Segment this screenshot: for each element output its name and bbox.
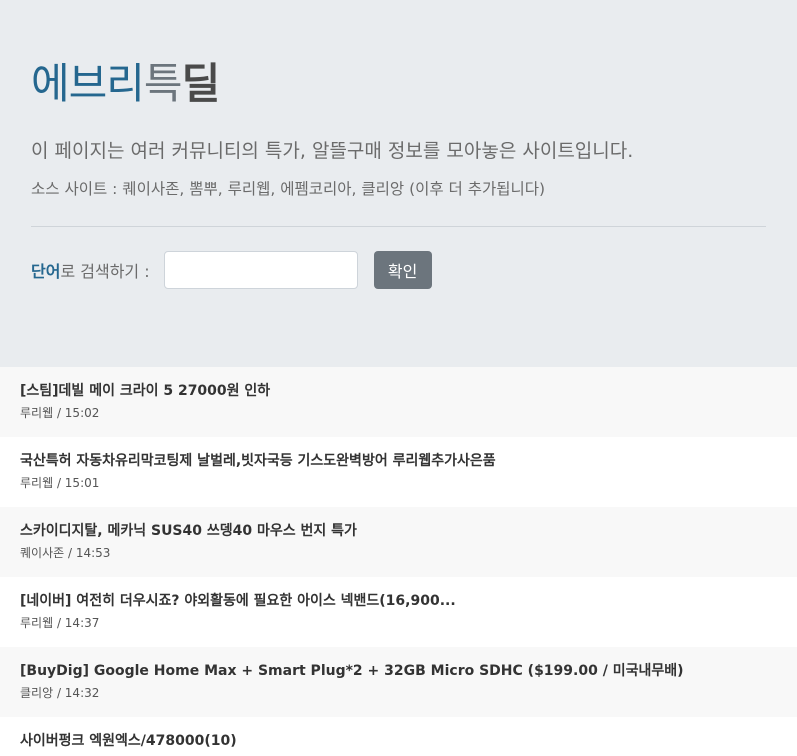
deal-source: 루리웹: [20, 616, 54, 630]
search-label-keyword: 단어: [31, 262, 61, 281]
source-sites: 소스 사이트 : 퀘이사존, 뽐뿌, 루리웹, 에펨코리아, 클리앙 (이후 더…: [31, 180, 546, 198]
list-item[interactable]: 스카이디지탈, 메카닉 SUS40 쓰뎅40 마우스 번지 특가 퀘이사존 / …: [0, 507, 797, 577]
list-item[interactable]: [BuyDig] Google Home Max + Smart Plug*2 …: [0, 647, 797, 717]
header-jumbotron: 에브리특딜 이 페이지는 여러 커뮤니티의 특가, 알뜰구매 정보를 모아놓은 …: [0, 0, 797, 367]
search-label-rest: 로 검색하기 :: [60, 262, 150, 281]
deal-time: 14:37: [64, 616, 100, 630]
deal-meta: 루리웹 / 15:02: [20, 406, 100, 420]
deal-meta: 퀘이사존 / 14:53: [20, 546, 111, 560]
deal-time: 14:32: [64, 686, 100, 700]
deal-time: 15:02: [64, 406, 100, 420]
deal-title[interactable]: [네이버] 여전히 더우시죠? 야외활동에 필요한 아이스 넥밴드(16,900…: [20, 591, 777, 611]
list-item[interactable]: 사이버펑크 엑원엑스/478000(10): [0, 717, 797, 756]
deal-source: 루리웹: [20, 476, 54, 490]
list-item[interactable]: [네이버] 여전히 더우시죠? 야외활동에 필요한 아이스 넥밴드(16,900…: [0, 577, 797, 647]
deal-source: 클리앙: [20, 686, 54, 700]
deal-time: 14:53: [75, 546, 111, 560]
deal-title[interactable]: [스팀]데빌 메이 크라이 5 27000원 인하: [20, 381, 777, 401]
site-title[interactable]: 에브리특딜: [31, 58, 766, 110]
site-title-part1: 에브리: [31, 59, 145, 108]
confirm-button[interactable]: 확인: [373, 251, 432, 289]
search-input[interactable]: [163, 251, 358, 289]
deal-meta: 클리앙 / 14:32: [20, 686, 100, 700]
deal-source: 퀘이사존: [20, 546, 65, 560]
site-description: 이 페이지는 여러 커뮤니티의 특가, 알뜰구매 정보를 모아놓은 사이트입니다…: [31, 140, 634, 162]
deal-meta: 루리웹 / 15:01: [20, 476, 100, 490]
deal-title[interactable]: 사이버펑크 엑원엑스/478000(10): [20, 731, 777, 751]
list-item[interactable]: 국산특허 자동차유리막코팅제 날벌레,빗자국등 기스도완벽방어 루리웹추가사은품…: [0, 437, 797, 507]
deal-title[interactable]: 스카이디지탈, 메카닉 SUS40 쓰뎅40 마우스 번지 특가: [20, 521, 777, 541]
deal-meta: 루리웹 / 14:37: [20, 616, 100, 630]
site-title-part3: 딜: [181, 59, 221, 108]
deal-source: 루리웹: [20, 406, 54, 420]
deal-list: [스팀]데빌 메이 크라이 5 27000원 인하 루리웹 / 15:02 국산…: [0, 367, 797, 756]
deal-time: 15:01: [64, 476, 100, 490]
list-item[interactable]: [스팀]데빌 메이 크라이 5 27000원 인하 루리웹 / 15:02: [0, 367, 797, 437]
search-label: 단어로 검색하기 :: [31, 258, 150, 282]
deal-title[interactable]: 국산특허 자동차유리막코팅제 날벌레,빗자국등 기스도완벽방어 루리웹추가사은품: [20, 451, 777, 471]
deal-title[interactable]: [BuyDig] Google Home Max + Smart Plug*2 …: [20, 661, 777, 681]
search-form: 단어로 검색하기 : 확인: [31, 251, 766, 289]
site-title-part2: 특: [143, 59, 183, 108]
header-divider: [31, 226, 766, 227]
